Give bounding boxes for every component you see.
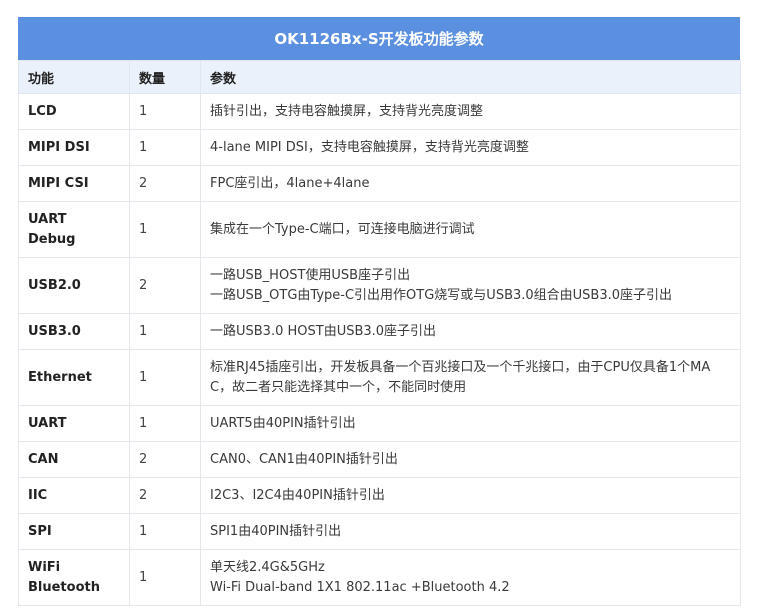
cell-feature: MIPI CSI	[18, 165, 130, 202]
cell-params-line: UART5由40PIN插针引出	[210, 415, 356, 431]
cell-params-line: 集成在一个Type-C端口，可连接电脑进行调试	[210, 221, 475, 237]
cell-qty: 1	[129, 129, 201, 166]
table-row: UART Debug 1 集成在一个Type-C端口，可连接电脑进行调试	[18, 201, 741, 258]
cell-feature-line: SPI	[28, 523, 52, 539]
cell-feature-line: UART	[28, 211, 67, 227]
cell-params: 一路USB_HOST使用USB座子引出一路USB_OTG由Type-C引出用作O…	[200, 257, 741, 314]
table-header: 功能 数量 参数	[18, 60, 741, 94]
table-row: Ethernet 1 标准RJ45插座引出，开发板具备一个百兆接口及一个千兆接口，由…	[18, 349, 741, 406]
cell-params-line: CAN0、CAN1由40PIN插针引出	[210, 451, 398, 467]
cell-params: 标准RJ45插座引出，开发板具备一个百兆接口及一个千兆接口，由于CPU仅具备1个…	[200, 349, 741, 406]
table-row: SPI 1 SPI1由40PIN插针引出	[18, 513, 741, 550]
cell-feature-line: Ethernet	[28, 369, 92, 385]
cell-qty: 1	[129, 349, 201, 406]
cell-params-line: I2C3、I2C4由40PIN插针引出	[210, 487, 385, 503]
cell-feature-line: IIC	[28, 487, 48, 503]
cell-feature-line: USB3.0	[28, 323, 81, 339]
cell-feature: IIC	[18, 477, 130, 514]
cell-qty: 1	[129, 93, 201, 130]
cell-params: 单天线2.4G&5GHz Wi-Fi Dual-band 1X1 802.11ac…	[200, 549, 741, 606]
cell-params: 集成在一个Type-C端口，可连接电脑进行调试	[200, 201, 741, 258]
cell-qty: 2	[129, 441, 201, 478]
cell-feature: USB2.0	[18, 257, 130, 314]
cell-feature: Ethernet	[18, 349, 130, 406]
cell-qty: 2	[129, 165, 201, 202]
cell-qty: 1	[129, 513, 201, 550]
cell-feature-line: Debug	[28, 231, 76, 247]
cell-feature: SPI	[18, 513, 130, 550]
cell-params-line: 标准RJ45插座引出，开发板具备一个百兆接口及一个千兆接口，由于CPU仅具备1个…	[210, 359, 711, 375]
table-row: WiFi Bluetooth 1 单天线2.4G&5GHz Wi-Fi Dual-ban…	[18, 549, 741, 606]
cell-qty: 2	[129, 477, 201, 514]
cell-qty: 1	[129, 549, 201, 606]
cell-qty: 2	[129, 257, 201, 314]
cell-params-line: C，故二者只能选择其中一个，不能同时使用	[210, 379, 467, 395]
cell-params-line: 单天线2.4G&5GHz	[210, 559, 325, 575]
table-row: UART 1 UART5由40PIN插针引出	[18, 405, 741, 442]
cell-feature-line: USB2.0	[28, 277, 81, 293]
cell-qty: 1	[129, 201, 201, 258]
cell-feature: WiFi Bluetooth	[18, 549, 130, 606]
header-feature: 功能	[18, 60, 130, 94]
cell-qty: 1	[129, 313, 201, 350]
cell-feature: LCD	[18, 93, 130, 130]
table-row: MIPI CSI 2 FPC座引出，4lane+4lane	[18, 165, 741, 202]
cell-feature: UART Debug	[18, 201, 130, 258]
cell-params-line: FPC座引出，4lane+4lane	[210, 175, 370, 191]
cell-params: 4-lane MIPI DSI，支持电容触摸屏，支持背光亮度调整	[200, 129, 741, 166]
cell-feature-line: CAN	[28, 451, 59, 467]
cell-qty: 1	[129, 405, 201, 442]
table-row: MIPI DSI 1 4-lane MIPI DSI，支持电容触摸屏，支持背光亮度调…	[18, 129, 741, 166]
cell-params: 插针引出，支持电容触摸屏，支持背光亮度调整	[200, 93, 741, 130]
cell-params-line: 4-lane MIPI DSI，支持电容触摸屏，支持背光亮度调整	[210, 139, 529, 155]
cell-params-line: Wi-Fi Dual-band 1X1 802.11ac +Bluetooth …	[210, 579, 510, 595]
cell-feature-line: UART	[28, 415, 67, 431]
table-row: USB2.0 2 一路USB_HOST使用USB座子引出 一路USB_OTG由Type…	[18, 257, 741, 314]
cell-params: I2C3、I2C4由40PIN插针引出	[200, 477, 741, 514]
header-qty: 数量	[129, 60, 201, 94]
spec-table-container: OK1126Bx-S开发板功能参数 功能 数量 参数 LCD 1 插针引出，支持电容…	[18, 17, 741, 606]
cell-params: 一路USB3.0 HOST由USB3.0座子引出	[200, 313, 741, 350]
header-params: 参数	[200, 60, 741, 94]
table-row: CAN 2 CAN0、CAN1由40PIN插针引出	[18, 441, 741, 478]
table-row: USB3.0 1 一路USB3.0 HOST由USB3.0座子引出	[18, 313, 741, 350]
cell-params: UART5由40PIN插针引出	[200, 405, 741, 442]
cell-params-line: 插针引出，支持电容触摸屏，支持背光亮度调整	[210, 103, 484, 119]
cell-params: SPI1由40PIN插针引出	[200, 513, 741, 550]
cell-feature: UART	[18, 405, 130, 442]
cell-params: CAN0、CAN1由40PIN插针引出	[200, 441, 741, 478]
cell-feature-line: MIPI DSI	[28, 139, 90, 155]
cell-feature-line: WiFi	[28, 559, 61, 575]
cell-params-line: 一路USB_HOST使用USB座子引出	[210, 267, 411, 283]
cell-params: FPC座引出，4lane+4lane	[200, 165, 741, 202]
cell-feature-line: LCD	[28, 103, 57, 119]
cell-feature-line: MIPI CSI	[28, 175, 89, 191]
cell-feature: USB3.0	[18, 313, 130, 350]
cell-params-line: 一路USB3.0 HOST由USB3.0座子引出	[210, 323, 437, 339]
cell-params-line: 一路USB_OTG由Type-C引出用作OTG烧写或与USB3.0组合由USB3…	[210, 287, 673, 303]
cell-params-line: SPI1由40PIN插针引出	[210, 523, 342, 539]
spec-table: 功能 数量 参数 LCD 1 插针引出，支持电容触摸屏，支持背光亮度调整 MIPI D…	[18, 60, 741, 606]
table-row: LCD 1 插针引出，支持电容触摸屏，支持背光亮度调整	[18, 93, 741, 130]
cell-feature: MIPI DSI	[18, 129, 130, 166]
table-body: LCD 1 插针引出，支持电容触摸屏，支持背光亮度调整 MIPI DSI 1 4-lane…	[18, 93, 741, 606]
table-title: OK1126Bx-S开发板功能参数	[18, 17, 740, 60]
table-row: IIC 2 I2C3、I2C4由40PIN插针引出	[18, 477, 741, 514]
cell-feature-line: Bluetooth	[28, 579, 100, 595]
cell-feature: CAN	[18, 441, 130, 478]
